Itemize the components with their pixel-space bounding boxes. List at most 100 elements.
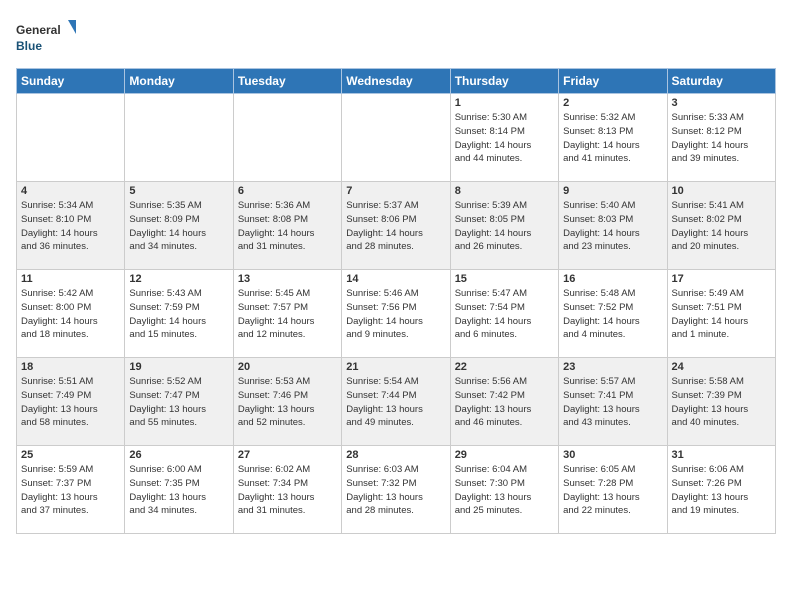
day-detail: Sunrise: 5:35 AM Sunset: 8:09 PM Dayligh…	[129, 199, 228, 254]
day-number: 22	[455, 361, 554, 373]
weekday-header-sunday: Sunday	[17, 69, 125, 94]
calendar-cell: 25 Sunrise: 5:59 AM Sunset: 7:37 PM Dayli…	[17, 446, 125, 534]
day-detail: Sunrise: 5:59 AM Sunset: 7:37 PM Dayligh…	[21, 463, 120, 518]
calendar-cell: 7 Sunrise: 5:37 AM Sunset: 8:06 PM Daylig…	[342, 182, 450, 270]
calendar-cell: 12Sunrise: 5:43 AM Sunset: 7:59 PM Dayli…	[125, 270, 233, 358]
calendar-cell: 27 Sunrise: 6:02 AM Sunset: 7:34 PM Dayli…	[233, 446, 341, 534]
day-detail: Sunrise: 5:36 AM Sunset: 8:08 PM Dayligh…	[238, 199, 337, 254]
calendar-cell: 26 Sunrise: 6:00 AM Sunset: 7:35 PM Dayli…	[125, 446, 233, 534]
calendar-cell: 11Sunrise: 5:42 AM Sunset: 8:00 PM Dayli…	[17, 270, 125, 358]
day-number: 19	[129, 361, 228, 373]
day-number: 9	[563, 185, 662, 197]
day-detail: Sunrise: 5:40 AM Sunset: 8:03 PM Dayligh…	[563, 199, 662, 254]
calendar-cell	[342, 94, 450, 182]
day-number: 16	[563, 273, 662, 285]
calendar-cell: 6 Sunrise: 5:36 AM Sunset: 8:08 PM Daylig…	[233, 182, 341, 270]
day-detail: Sunrise: 6:04 AM Sunset: 7:30 PM Dayligh…	[455, 463, 554, 518]
day-detail: Sunrise: 6:05 AM Sunset: 7:28 PM Dayligh…	[563, 463, 662, 518]
day-detail: Sunrise: 5:41 AM Sunset: 8:02 PM Dayligh…	[672, 199, 771, 254]
calendar-cell: 10 Sunrise: 5:41 AM Sunset: 8:02 PM Dayli…	[667, 182, 775, 270]
day-number: 2	[563, 97, 662, 109]
calendar-table: SundayMondayTuesdayWednesdayThursdayFrid…	[16, 68, 776, 534]
day-number: 23	[563, 361, 662, 373]
calendar-cell: 3Sunrise: 5:33 AM Sunset: 8:12 PM Daylig…	[667, 94, 775, 182]
day-detail: Sunrise: 5:56 AM Sunset: 7:42 PM Dayligh…	[455, 375, 554, 430]
day-number: 12	[129, 273, 228, 285]
calendar-cell: 5 Sunrise: 5:35 AM Sunset: 8:09 PM Daylig…	[125, 182, 233, 270]
day-detail: Sunrise: 5:57 AM Sunset: 7:41 PM Dayligh…	[563, 375, 662, 430]
calendar-cell: 24 Sunrise: 5:58 AM Sunset: 7:39 PM Dayli…	[667, 358, 775, 446]
day-number: 29	[455, 449, 554, 461]
calendar-cell: 17Sunrise: 5:49 AM Sunset: 7:51 PM Dayli…	[667, 270, 775, 358]
calendar-cell: 19Sunrise: 5:52 AM Sunset: 7:47 PM Dayli…	[125, 358, 233, 446]
day-number: 30	[563, 449, 662, 461]
calendar-body: 1 Sunrise: 5:30 AM Sunset: 8:14 PM Daylig…	[17, 94, 776, 534]
day-number: 31	[672, 449, 771, 461]
day-detail: Sunrise: 6:00 AM Sunset: 7:35 PM Dayligh…	[129, 463, 228, 518]
weekday-header-wednesday: Wednesday	[342, 69, 450, 94]
logo: General Blue	[16, 16, 76, 60]
day-detail: Sunrise: 5:49 AM Sunset: 7:51 PM Dayligh…	[672, 287, 771, 342]
day-number: 10	[672, 185, 771, 197]
day-detail: Sunrise: 5:37 AM Sunset: 8:06 PM Dayligh…	[346, 199, 445, 254]
calendar-cell: 23 Sunrise: 5:57 AM Sunset: 7:41 PM Dayli…	[559, 358, 667, 446]
day-number: 6	[238, 185, 337, 197]
calendar-cell	[125, 94, 233, 182]
page-header: General Blue	[16, 16, 776, 60]
calendar-cell: 18 Sunrise: 5:51 AM Sunset: 7:49 PM Dayli…	[17, 358, 125, 446]
day-detail: Sunrise: 6:03 AM Sunset: 7:32 PM Dayligh…	[346, 463, 445, 518]
calendar-cell: 1 Sunrise: 5:30 AM Sunset: 8:14 PM Daylig…	[450, 94, 558, 182]
day-detail: Sunrise: 5:30 AM Sunset: 8:14 PM Dayligh…	[455, 111, 554, 166]
day-detail: Sunrise: 5:48 AM Sunset: 7:52 PM Dayligh…	[563, 287, 662, 342]
calendar-cell: 21 Sunrise: 5:54 AM Sunset: 7:44 PM Dayli…	[342, 358, 450, 446]
day-number: 4	[21, 185, 120, 197]
day-number: 25	[21, 449, 120, 461]
calendar-cell: 20 Sunrise: 5:53 AM Sunset: 7:46 PM Dayli…	[233, 358, 341, 446]
day-number: 14	[346, 273, 445, 285]
calendar-week-row: 1 Sunrise: 5:30 AM Sunset: 8:14 PM Daylig…	[17, 94, 776, 182]
day-detail: Sunrise: 5:32 AM Sunset: 8:13 PM Dayligh…	[563, 111, 662, 166]
day-number: 15	[455, 273, 554, 285]
calendar-cell: 29 Sunrise: 6:04 AM Sunset: 7:30 PM Dayli…	[450, 446, 558, 534]
day-number: 21	[346, 361, 445, 373]
day-number: 1	[455, 97, 554, 109]
day-detail: Sunrise: 6:06 AM Sunset: 7:26 PM Dayligh…	[672, 463, 771, 518]
logo-svg: General Blue	[16, 16, 76, 60]
day-detail: Sunrise: 5:39 AM Sunset: 8:05 PM Dayligh…	[455, 199, 554, 254]
day-number: 20	[238, 361, 337, 373]
day-detail: Sunrise: 5:46 AM Sunset: 7:56 PM Dayligh…	[346, 287, 445, 342]
calendar-cell: 31 Sunrise: 6:06 AM Sunset: 7:26 PM Dayli…	[667, 446, 775, 534]
day-number: 5	[129, 185, 228, 197]
calendar-cell: 22 Sunrise: 5:56 AM Sunset: 7:42 PM Dayli…	[450, 358, 558, 446]
weekday-header-friday: Friday	[559, 69, 667, 94]
day-number: 26	[129, 449, 228, 461]
calendar-cell: 28 Sunrise: 6:03 AM Sunset: 7:32 PM Dayli…	[342, 446, 450, 534]
day-number: 18	[21, 361, 120, 373]
day-detail: Sunrise: 5:33 AM Sunset: 8:12 PM Dayligh…	[672, 111, 771, 166]
calendar-cell: 16 Sunrise: 5:48 AM Sunset: 7:52 PM Dayli…	[559, 270, 667, 358]
svg-text:General: General	[16, 23, 61, 37]
day-number: 28	[346, 449, 445, 461]
calendar-week-row: 4 Sunrise: 5:34 AM Sunset: 8:10 PM Daylig…	[17, 182, 776, 270]
day-detail: Sunrise: 5:54 AM Sunset: 7:44 PM Dayligh…	[346, 375, 445, 430]
calendar-cell	[17, 94, 125, 182]
day-number: 13	[238, 273, 337, 285]
day-number: 27	[238, 449, 337, 461]
weekday-header-tuesday: Tuesday	[233, 69, 341, 94]
weekday-header-saturday: Saturday	[667, 69, 775, 94]
day-detail: Sunrise: 5:51 AM Sunset: 7:49 PM Dayligh…	[21, 375, 120, 430]
day-detail: Sunrise: 5:53 AM Sunset: 7:46 PM Dayligh…	[238, 375, 337, 430]
day-detail: Sunrise: 6:02 AM Sunset: 7:34 PM Dayligh…	[238, 463, 337, 518]
calendar-cell: 2 Sunrise: 5:32 AM Sunset: 8:13 PM Daylig…	[559, 94, 667, 182]
day-number: 24	[672, 361, 771, 373]
calendar-week-row: 18 Sunrise: 5:51 AM Sunset: 7:49 PM Dayli…	[17, 358, 776, 446]
day-detail: Sunrise: 5:34 AM Sunset: 8:10 PM Dayligh…	[21, 199, 120, 254]
calendar-header-row: SundayMondayTuesdayWednesdayThursdayFrid…	[17, 69, 776, 94]
calendar-cell: 14 Sunrise: 5:46 AM Sunset: 7:56 PM Dayli…	[342, 270, 450, 358]
calendar-cell: 30 Sunrise: 6:05 AM Sunset: 7:28 PM Dayli…	[559, 446, 667, 534]
calendar-cell: 15 Sunrise: 5:47 AM Sunset: 7:54 PM Dayli…	[450, 270, 558, 358]
day-number: 11	[21, 273, 120, 285]
day-number: 7	[346, 185, 445, 197]
day-detail: Sunrise: 5:47 AM Sunset: 7:54 PM Dayligh…	[455, 287, 554, 342]
day-detail: Sunrise: 5:58 AM Sunset: 7:39 PM Dayligh…	[672, 375, 771, 430]
